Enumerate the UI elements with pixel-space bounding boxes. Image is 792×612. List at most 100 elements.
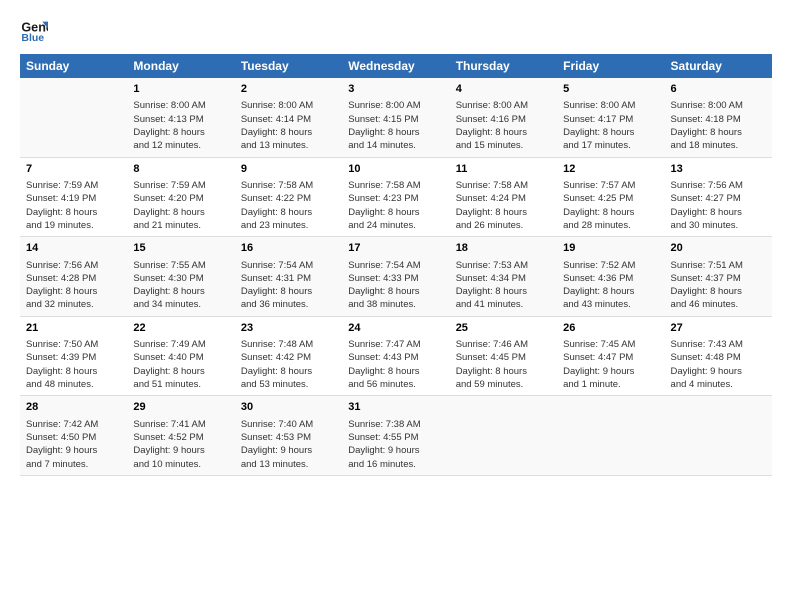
day-number: 23 — [241, 321, 336, 336]
day-number: 5 — [563, 82, 658, 97]
day-info: Sunrise: 7:46 AM Sunset: 4:45 PM Dayligh… — [456, 338, 551, 391]
weekday-tuesday: Tuesday — [235, 54, 342, 78]
calendar-cell — [557, 396, 664, 476]
day-number: 24 — [348, 321, 443, 336]
calendar-cell: 30Sunrise: 7:40 AM Sunset: 4:53 PM Dayli… — [235, 396, 342, 476]
day-info: Sunrise: 7:56 AM Sunset: 4:27 PM Dayligh… — [671, 179, 766, 232]
day-info: Sunrise: 7:58 AM Sunset: 4:24 PM Dayligh… — [456, 179, 551, 232]
day-info: Sunrise: 7:59 AM Sunset: 4:20 PM Dayligh… — [133, 179, 228, 232]
calendar-cell: 20 Sunrise: 7:51 AM Sunset: 4:37 PM Dayli… — [665, 237, 772, 317]
day-number: 10 — [348, 162, 443, 177]
day-number: 26 — [563, 321, 658, 336]
calendar-week-3: 14 Sunrise: 7:56 AM Sunset: 4:28 PM Dayli… — [20, 237, 772, 317]
calendar-table: SundayMondayTuesdayWednesdayThursdayFrid… — [20, 54, 772, 476]
calendar-cell — [20, 78, 127, 157]
day-info: Sunrise: 7:51 AM Sunset: 4:37 PM Dayligh… — [671, 259, 766, 312]
day-number: 8 — [133, 162, 228, 177]
calendar-cell: 29Sunrise: 7:41 AM Sunset: 4:52 PM Dayli… — [127, 396, 234, 476]
calendar-cell: 24 Sunrise: 7:47 AM Sunset: 4:43 PM Dayli… — [342, 316, 449, 396]
day-info: Sunrise: 7:45 AM Sunset: 4:47 PM Dayligh… — [563, 338, 658, 391]
calendar-cell: 14 Sunrise: 7:56 AM Sunset: 4:28 PM Dayli… — [20, 237, 127, 317]
weekday-friday: Friday — [557, 54, 664, 78]
day-info: Sunrise: 7:57 AM Sunset: 4:25 PM Dayligh… — [563, 179, 658, 232]
day-number: 1 — [133, 82, 228, 97]
calendar-week-1: 1 Sunrise: 8:00 AM Sunset: 4:13 PM Daylig… — [20, 78, 772, 157]
calendar-cell — [665, 396, 772, 476]
day-info: Sunrise: 7:41 AM Sunset: 4:52 PM Dayligh… — [133, 418, 228, 471]
calendar-week-5: 28Sunrise: 7:42 AM Sunset: 4:50 PM Dayli… — [20, 396, 772, 476]
calendar-cell: 22Sunrise: 7:49 AM Sunset: 4:40 PM Dayli… — [127, 316, 234, 396]
day-number: 19 — [563, 241, 658, 256]
calendar-cell: 13 Sunrise: 7:56 AM Sunset: 4:27 PM Dayli… — [665, 157, 772, 237]
day-number: 11 — [456, 162, 551, 177]
day-info: Sunrise: 7:48 AM Sunset: 4:42 PM Dayligh… — [241, 338, 336, 391]
calendar-cell: 18 Sunrise: 7:53 AM Sunset: 4:34 PM Dayli… — [450, 237, 557, 317]
day-number: 25 — [456, 321, 551, 336]
day-info: Sunrise: 7:42 AM Sunset: 4:50 PM Dayligh… — [26, 418, 121, 471]
day-info: Sunrise: 7:58 AM Sunset: 4:22 PM Dayligh… — [241, 179, 336, 232]
day-info: Sunrise: 7:38 AM Sunset: 4:55 PM Dayligh… — [348, 418, 443, 471]
calendar-cell: 8 Sunrise: 7:59 AM Sunset: 4:20 PM Daylig… — [127, 157, 234, 237]
day-number: 18 — [456, 241, 551, 256]
page-header: General Blue — [20, 16, 772, 44]
day-number: 9 — [241, 162, 336, 177]
calendar-cell: 9 Sunrise: 7:58 AM Sunset: 4:22 PM Daylig… — [235, 157, 342, 237]
day-number: 22 — [133, 321, 228, 336]
day-number: 4 — [456, 82, 551, 97]
calendar-cell: 26 Sunrise: 7:45 AM Sunset: 4:47 PM Dayli… — [557, 316, 664, 396]
calendar-cell: 17 Sunrise: 7:54 AM Sunset: 4:33 PM Dayli… — [342, 237, 449, 317]
calendar-cell: 5 Sunrise: 8:00 AM Sunset: 4:17 PM Daylig… — [557, 78, 664, 157]
day-number: 16 — [241, 241, 336, 256]
weekday-sunday: Sunday — [20, 54, 127, 78]
calendar-cell: 25 Sunrise: 7:46 AM Sunset: 4:45 PM Dayli… — [450, 316, 557, 396]
day-info: Sunrise: 8:00 AM Sunset: 4:15 PM Dayligh… — [348, 99, 443, 152]
calendar-week-4: 21Sunrise: 7:50 AM Sunset: 4:39 PM Dayli… — [20, 316, 772, 396]
day-number: 31 — [348, 400, 443, 415]
calendar-cell: 3 Sunrise: 8:00 AM Sunset: 4:15 PM Daylig… — [342, 78, 449, 157]
day-info: Sunrise: 8:00 AM Sunset: 4:17 PM Dayligh… — [563, 99, 658, 152]
day-info: Sunrise: 7:58 AM Sunset: 4:23 PM Dayligh… — [348, 179, 443, 232]
day-number: 2 — [241, 82, 336, 97]
calendar-cell: 28Sunrise: 7:42 AM Sunset: 4:50 PM Dayli… — [20, 396, 127, 476]
day-info: Sunrise: 7:43 AM Sunset: 4:48 PM Dayligh… — [671, 338, 766, 391]
calendar-cell: 11 Sunrise: 7:58 AM Sunset: 4:24 PM Dayli… — [450, 157, 557, 237]
day-number: 6 — [671, 82, 766, 97]
day-info: Sunrise: 8:00 AM Sunset: 4:14 PM Dayligh… — [241, 99, 336, 152]
day-info: Sunrise: 8:00 AM Sunset: 4:18 PM Dayligh… — [671, 99, 766, 152]
day-info: Sunrise: 8:00 AM Sunset: 4:13 PM Dayligh… — [133, 99, 228, 152]
day-info: Sunrise: 7:54 AM Sunset: 4:33 PM Dayligh… — [348, 259, 443, 312]
day-info: Sunrise: 7:47 AM Sunset: 4:43 PM Dayligh… — [348, 338, 443, 391]
day-number: 21 — [26, 321, 121, 336]
day-info: Sunrise: 8:00 AM Sunset: 4:16 PM Dayligh… — [456, 99, 551, 152]
weekday-saturday: Saturday — [665, 54, 772, 78]
page-container: General Blue SundayMondayTuesdayWednesda… — [0, 0, 792, 486]
day-number: 12 — [563, 162, 658, 177]
day-info: Sunrise: 7:55 AM Sunset: 4:30 PM Dayligh… — [133, 259, 228, 312]
day-number: 27 — [671, 321, 766, 336]
weekday-monday: Monday — [127, 54, 234, 78]
day-number: 14 — [26, 241, 121, 256]
day-number: 3 — [348, 82, 443, 97]
calendar-cell: 6 Sunrise: 8:00 AM Sunset: 4:18 PM Daylig… — [665, 78, 772, 157]
calendar-cell: 7 Sunrise: 7:59 AM Sunset: 4:19 PM Daylig… — [20, 157, 127, 237]
calendar-cell: 27 Sunrise: 7:43 AM Sunset: 4:48 PM Dayli… — [665, 316, 772, 396]
day-info: Sunrise: 7:40 AM Sunset: 4:53 PM Dayligh… — [241, 418, 336, 471]
weekday-wednesday: Wednesday — [342, 54, 449, 78]
day-number: 15 — [133, 241, 228, 256]
calendar-cell: 21Sunrise: 7:50 AM Sunset: 4:39 PM Dayli… — [20, 316, 127, 396]
day-info: Sunrise: 7:59 AM Sunset: 4:19 PM Dayligh… — [26, 179, 121, 232]
day-number: 17 — [348, 241, 443, 256]
calendar-cell: 23 Sunrise: 7:48 AM Sunset: 4:42 PM Dayli… — [235, 316, 342, 396]
weekday-header-row: SundayMondayTuesdayWednesdayThursdayFrid… — [20, 54, 772, 78]
calendar-cell: 12 Sunrise: 7:57 AM Sunset: 4:25 PM Dayli… — [557, 157, 664, 237]
logo-icon: General Blue — [20, 16, 48, 44]
day-info: Sunrise: 7:56 AM Sunset: 4:28 PM Dayligh… — [26, 259, 121, 312]
calendar-cell: 1 Sunrise: 8:00 AM Sunset: 4:13 PM Daylig… — [127, 78, 234, 157]
day-info: Sunrise: 7:54 AM Sunset: 4:31 PM Dayligh… — [241, 259, 336, 312]
logo: General Blue — [20, 16, 48, 44]
day-number: 13 — [671, 162, 766, 177]
day-info: Sunrise: 7:53 AM Sunset: 4:34 PM Dayligh… — [456, 259, 551, 312]
day-number: 7 — [26, 162, 121, 177]
calendar-cell: 10 Sunrise: 7:58 AM Sunset: 4:23 PM Dayli… — [342, 157, 449, 237]
day-number: 20 — [671, 241, 766, 256]
